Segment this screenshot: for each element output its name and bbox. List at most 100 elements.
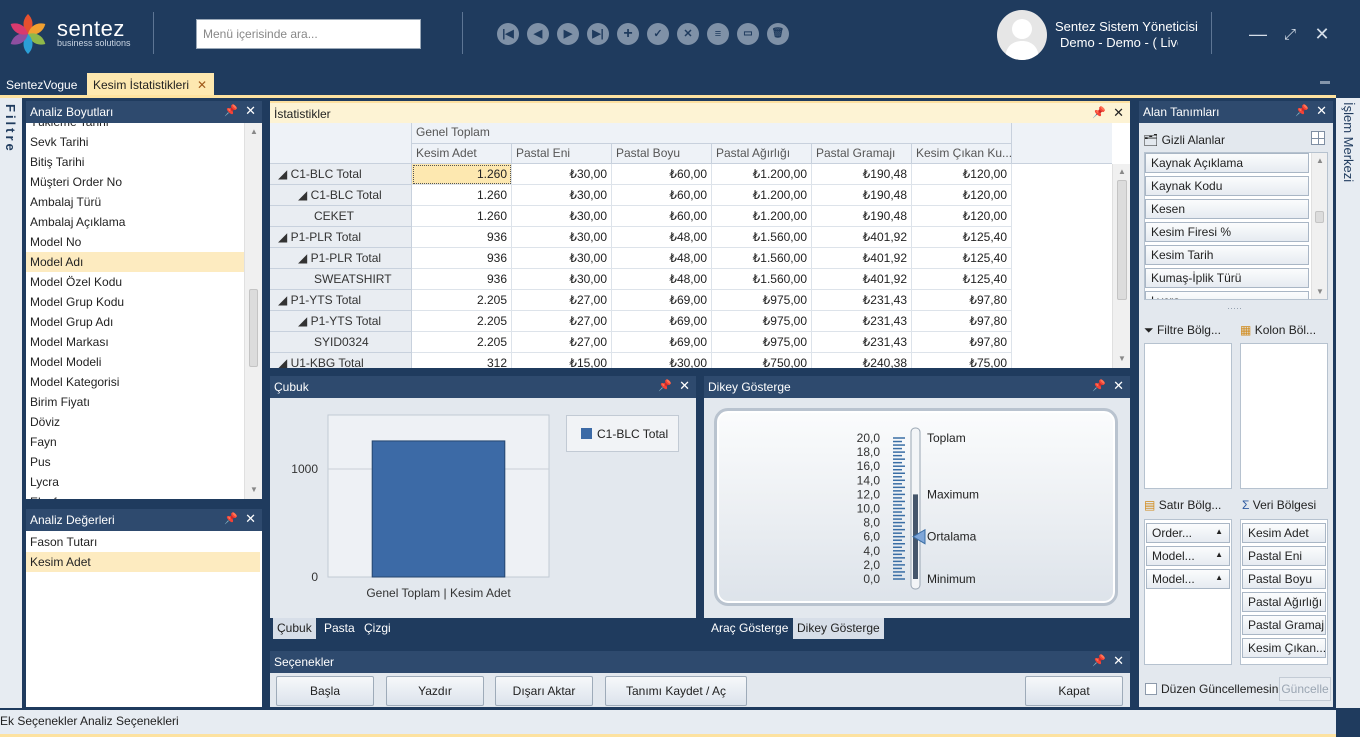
- table-cell[interactable]: ₺97,80: [912, 290, 1012, 311]
- row-header[interactable]: ◢ C1-BLC Total: [270, 164, 412, 185]
- last-record-icon[interactable]: ▶|: [587, 23, 609, 45]
- data-field-item[interactable]: Pastal Eni: [1242, 546, 1326, 566]
- tab-sentezvogue[interactable]: SentezVogue: [0, 73, 83, 96]
- table-cell[interactable]: ₺190,48: [812, 185, 912, 206]
- tab-cubuk-1[interactable]: Pasta: [320, 618, 359, 639]
- table-cell[interactable]: ₺190,48: [812, 164, 912, 185]
- list-icon[interactable]: ≡: [707, 23, 729, 45]
- table-cell[interactable]: ₺30,00: [512, 248, 612, 269]
- first-record-icon[interactable]: |◀: [497, 23, 519, 45]
- tab-gosterge-0[interactable]: Araç Gösterge: [707, 618, 792, 639]
- column-header[interactable]: Kesim Adet: [412, 144, 512, 164]
- dimension-item[interactable]: Elyaf: [26, 492, 244, 499]
- hidden-field-item[interactable]: Kaynak Açıklama: [1145, 153, 1309, 173]
- table-cell[interactable]: ₺27,00: [512, 290, 612, 311]
- avatar[interactable]: [997, 10, 1047, 60]
- dimension-item[interactable]: Lycra: [26, 472, 244, 492]
- table-cell[interactable]: ₺30,00: [512, 185, 612, 206]
- table-cell[interactable]: ₺1.200,00: [712, 185, 812, 206]
- splitter-grip[interactable]: ·····: [1227, 303, 1242, 313]
- filter-zone[interactable]: [1144, 343, 1232, 489]
- table-cell[interactable]: ₺975,00: [712, 332, 812, 353]
- dimension-item[interactable]: Fayn: [26, 432, 244, 452]
- table-cell[interactable]: ₺750,00: [712, 353, 812, 368]
- tab-dropdown-icon[interactable]: ▬: [1320, 76, 1330, 87]
- row-header[interactable]: ◢ P1-YTS Total: [270, 290, 412, 311]
- scroll-thumb[interactable]: [1315, 211, 1324, 223]
- row-header[interactable]: SWEATSHIRT: [270, 269, 412, 290]
- table-cell[interactable]: ₺30,00: [612, 353, 712, 368]
- table-cell[interactable]: 936: [412, 248, 512, 269]
- dimension-item[interactable]: Model Markası: [26, 332, 244, 352]
- table-row[interactable]: CEKET 1.260 ₺30,00 ₺60,00 ₺1.200,00 ₺190,48 ₺1…: [270, 206, 1012, 227]
- menu-search-input[interactable]: [196, 19, 421, 49]
- table-cell[interactable]: ₺401,92: [812, 248, 912, 269]
- table-cell[interactable]: ₺231,43: [812, 311, 912, 332]
- print-button[interactable]: Yazdır: [386, 676, 484, 706]
- action-center-strip[interactable]: [1336, 98, 1360, 708]
- table-cell[interactable]: ₺125,40: [912, 227, 1012, 248]
- cancel-icon[interactable]: ✕: [677, 23, 699, 45]
- close-icon[interactable]: ✕: [1113, 105, 1124, 121]
- scroll-up-icon[interactable]: ▲: [250, 127, 258, 136]
- table-row[interactable]: ◢ P1-PLR Total 936 ₺30,00 ₺48,00 ₺1.560,00 ₺4…: [270, 248, 1012, 269]
- dimension-item[interactable]: Döviz: [26, 412, 244, 432]
- pin-icon[interactable]: 📌: [1092, 654, 1106, 667]
- table-cell[interactable]: ₺60,00: [612, 164, 712, 185]
- table-row[interactable]: ◢ C1-BLC Total 1.260 ₺30,00 ₺60,00 ₺1.200,00…: [270, 185, 1012, 206]
- row-field-item[interactable]: Model... ▲: [1146, 546, 1230, 566]
- extra-options-tab[interactable]: Ek Seçenekler: [0, 714, 77, 728]
- row-header[interactable]: ◢ C1-BLC Total: [270, 185, 412, 206]
- card-icon[interactable]: ▭: [737, 23, 759, 45]
- table-cell[interactable]: ₺60,00: [612, 185, 712, 206]
- scroll-down-icon[interactable]: ▼: [1118, 354, 1126, 363]
- row-header[interactable]: ◢ P1-PLR Total: [270, 227, 412, 248]
- column-header[interactable]: Kesim Çıkan Ku...: [912, 144, 1012, 164]
- table-cell[interactable]: ₺69,00: [612, 311, 712, 332]
- sort-ascending-icon[interactable]: ▲: [1215, 527, 1223, 536]
- grid-scrollbar[interactable]: ▲ ▼: [1112, 164, 1130, 368]
- dimension-item[interactable]: Ambalaj Türü: [26, 192, 244, 212]
- data-field-item[interactable]: Pastal Ağırlığı: [1242, 592, 1326, 612]
- table-cell[interactable]: ₺120,00: [912, 164, 1012, 185]
- table-cell[interactable]: 312: [412, 353, 512, 368]
- column-header[interactable]: Pastal Eni: [512, 144, 612, 164]
- dimension-item[interactable]: Birim Fiyatı: [26, 392, 244, 412]
- row-header[interactable]: ◢ U1-KBG Total: [270, 353, 412, 368]
- table-cell[interactable]: ₺69,00: [612, 290, 712, 311]
- table-cell[interactable]: ₺401,92: [812, 269, 912, 290]
- sort-ascending-icon[interactable]: ▲: [1215, 550, 1223, 559]
- action-center-label[interactable]: İşlem Merkezi: [1341, 102, 1356, 182]
- table-cell[interactable]: ₺1.560,00: [712, 227, 812, 248]
- pin-icon[interactable]: 📌: [1092, 379, 1106, 392]
- scroll-down-icon[interactable]: ▼: [1316, 287, 1324, 296]
- dimension-item[interactable]: Model Grup Adı: [26, 312, 244, 332]
- table-cell[interactable]: 2.205: [412, 290, 512, 311]
- minimize-icon[interactable]: —: [1246, 22, 1270, 46]
- maximize-icon[interactable]: ⤢: [1278, 22, 1302, 46]
- table-row[interactable]: ◢ P1-YTS Total 2.205 ₺27,00 ₺69,00 ₺975,00 ₺2…: [270, 311, 1012, 332]
- close-icon[interactable]: ✕: [245, 103, 256, 119]
- table-cell[interactable]: ₺231,43: [812, 332, 912, 353]
- dimension-item[interactable]: Model Grup Kodu: [26, 292, 244, 312]
- table-cell[interactable]: ₺975,00: [712, 290, 812, 311]
- row-header[interactable]: ◢ P1-PLR Total: [270, 248, 412, 269]
- dimension-item[interactable]: Ambalaj Açıklama: [26, 212, 244, 232]
- pin-icon[interactable]: 📌: [224, 512, 238, 525]
- table-cell[interactable]: ₺120,00: [912, 185, 1012, 206]
- table-cell[interactable]: ₺190,48: [812, 206, 912, 227]
- data-field-item[interactable]: Pastal Gramajı: [1242, 615, 1326, 635]
- scroll-down-icon[interactable]: ▼: [250, 485, 258, 494]
- table-cell[interactable]: 2.205: [412, 311, 512, 332]
- table-cell[interactable]: ₺1.560,00: [712, 269, 812, 290]
- hidden-field-item[interactable]: Kesim Firesi %: [1145, 222, 1309, 242]
- table-row[interactable]: ◢ P1-YTS Total 2.205 ₺27,00 ₺69,00 ₺975,00 ₺2…: [270, 290, 1012, 311]
- dimension-item[interactable]: Yükleme Tarihi: [26, 123, 244, 132]
- table-cell[interactable]: ₺48,00: [612, 227, 712, 248]
- table-cell[interactable]: 2.205: [412, 332, 512, 353]
- delete-icon[interactable]: 🗑: [767, 23, 789, 45]
- scrollbar[interactable]: ▲ ▼: [1311, 153, 1327, 299]
- row-header[interactable]: ◢ P1-YTS Total: [270, 311, 412, 332]
- layout-toggle-icon[interactable]: [1311, 131, 1325, 145]
- table-row[interactable]: SWEATSHIRT 936 ₺30,00 ₺48,00 ₺1.560,00 ₺401,9…: [270, 269, 1012, 290]
